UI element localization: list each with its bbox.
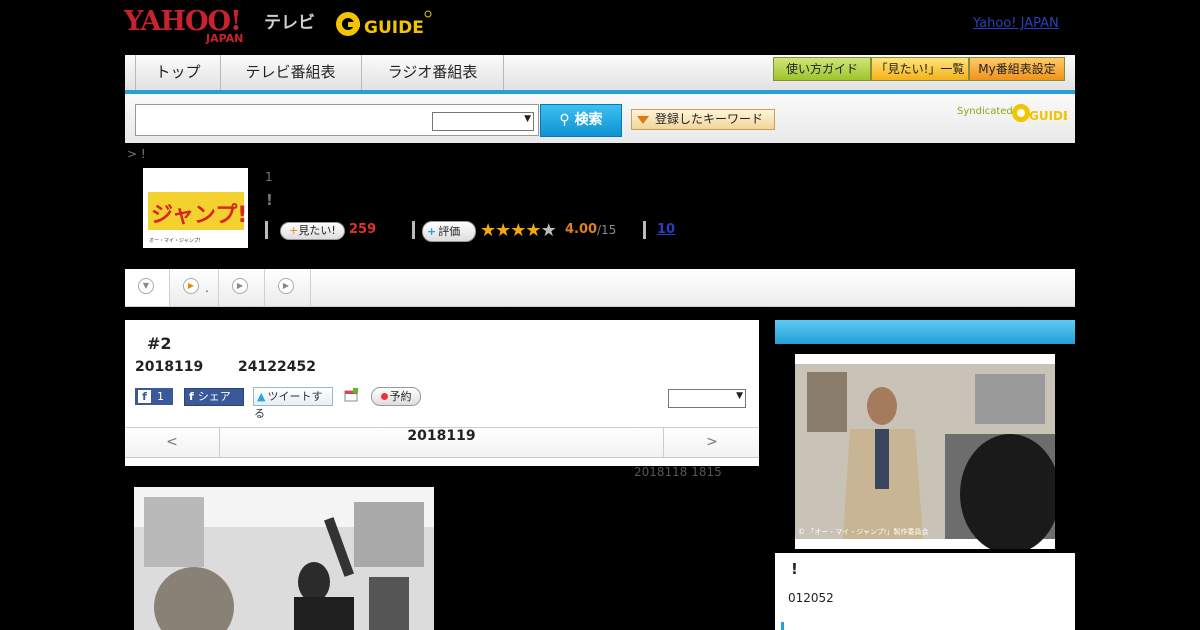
search-icon: ⚲ <box>559 112 570 128</box>
rating-count: /15 <box>597 223 617 237</box>
episode-panel: #2 2018119 24122452 f1 f シェア ▲ ツイートする 予約 ▼… <box>125 320 759 466</box>
star-filled-icon: ★ <box>510 220 526 241</box>
subnav-item-staff[interactable]: ▶ <box>265 269 311 306</box>
episode-count: 1 <box>265 170 273 184</box>
episode-title: #2 <box>147 334 172 353</box>
pager-prev-button[interactable]: < <box>125 428 220 457</box>
play-icon: ▶ <box>278 278 294 294</box>
rating-value: 4.00 <box>565 222 598 237</box>
search-category-select[interactable]: ▼ <box>432 112 534 131</box>
triangle-down-icon <box>637 115 649 124</box>
side-title: ! <box>791 560 798 578</box>
rating-stars: ★★★★★ <box>480 220 557 241</box>
side-photo-caption: © 「オー・マイ・ジャンプ!」製作委員会 <box>798 527 928 536</box>
chevron-down-icon: ▼ <box>736 391 743 401</box>
subnav-item-episodes[interactable]: ▶ . <box>170 269 219 306</box>
saved-keyword-button[interactable]: 登録したキーワード <box>631 109 775 130</box>
side-date: 012052 <box>788 591 834 605</box>
guide-button[interactable]: 使い方ガイド <box>773 57 871 81</box>
tab-tv-schedule[interactable]: テレビ番組表 <box>220 55 362 90</box>
subnav-item-overview[interactable]: ▼ <box>125 269 170 306</box>
mitai-button-label: 見たい! <box>298 224 336 237</box>
separator <box>412 221 415 239</box>
facebook-share-button[interactable]: f シェア <box>184 388 244 406</box>
reserve-button[interactable]: 予約 <box>371 387 421 406</box>
svg-text:ジャンプ!: ジャンプ! <box>151 203 247 228</box>
facebook-icon: f <box>189 390 194 403</box>
breadcrumb: > ! <box>127 147 146 161</box>
plus-icon: + <box>427 225 437 238</box>
syndicated-gguide-logo: GUIDE <box>1012 104 1067 123</box>
yahoo-japan-link[interactable]: Yahoo! JAPAN <box>973 16 1059 31</box>
side-panel-header <box>775 320 1075 344</box>
side-accent-bar <box>781 622 784 630</box>
svg-text:GUIDE: GUIDE <box>364 18 424 38</box>
record-dot-icon <box>380 393 388 400</box>
svg-text:GUIDE: GUIDE <box>1029 109 1067 123</box>
program-title: ! <box>266 191 273 209</box>
saved-keyword-label: 登録したキーワード <box>655 112 764 126</box>
star-empty-icon: ★ <box>540 220 557 241</box>
tv-label: テレビ <box>264 13 315 33</box>
my-schedule-button[interactable]: My番組表設定 <box>969 57 1065 81</box>
search-bar: ▼ ⚲ 検索 登録したキーワード Syndicated GUIDE <box>125 94 1075 143</box>
yahoo-logo[interactable]: YAHOO! JAPAN <box>124 6 264 45</box>
separator <box>265 221 268 239</box>
subnav-item-cast[interactable]: ▶ <box>219 269 265 306</box>
program-thumbnail[interactable]: ジャンプ! オー・マイ・ジャンプ! <box>143 168 248 248</box>
calendar-add-icon[interactable] <box>344 388 358 402</box>
like-count: 1 <box>157 390 164 403</box>
play-icon: ▶ <box>183 278 199 294</box>
review-link[interactable]: 10 <box>657 222 675 237</box>
episode-select[interactable]: ▼ <box>668 389 746 408</box>
plus-icon: + <box>289 224 299 237</box>
program-subnav: ▼ ▶ . ▶ ▶ <box>125 269 1075 307</box>
tab-radio-schedule[interactable]: ラジオ番組表 <box>362 55 504 90</box>
rate-button-label: 評価 <box>438 225 461 238</box>
mitai-button[interactable]: +見たい! <box>280 222 345 240</box>
reserve-label: 予約 <box>389 390 412 403</box>
tab-top[interactable]: トップ <box>135 55 221 90</box>
gguide-logo[interactable]: GUIDE <box>334 8 434 40</box>
play-icon: ▶ <box>232 278 248 294</box>
syndicated-label: Syndicated <box>957 106 1013 117</box>
star-filled-icon: ★ <box>495 220 511 241</box>
episode-date: 2018119 <box>135 359 204 375</box>
facebook-icon: f <box>138 390 151 403</box>
mitai-count: 259 <box>349 222 377 237</box>
pager-next-button[interactable]: > <box>663 428 760 457</box>
chevron-down-icon: ▼ <box>138 278 154 294</box>
side-panel: © 「オー・マイ・ジャンプ!」製作委員会 ! 012052 <box>775 320 1075 630</box>
facebook-like-button[interactable]: f1 <box>135 388 173 405</box>
side-photo[interactable]: © 「オー・マイ・ジャンプ!」製作委員会 <box>795 354 1055 549</box>
pager-current-date: 2018119 <box>407 428 476 444</box>
thumbnail-caption: オー・マイ・ジャンプ! <box>149 238 201 244</box>
global-nav: トップ テレビ番組表 ラジオ番組表 使い方ガイド 「見たい!」一覧 My番組表設… <box>125 55 1075 94</box>
episode-time: 24122452 <box>238 359 316 375</box>
separator <box>643 221 646 239</box>
tweet-button[interactable]: ▲ ツイートする <box>253 387 333 420</box>
mitai-list-button[interactable]: 「見たい!」一覧 <box>871 57 969 81</box>
star-filled-icon: ★ <box>480 220 496 241</box>
rate-button[interactable]: + 評価 <box>422 221 476 242</box>
star-filled-icon: ★ <box>525 220 541 241</box>
episode-pager: < 2018119 > <box>125 427 759 458</box>
episode-photo <box>134 487 434 630</box>
yahoo-logo-sub: JAPAN <box>206 32 244 45</box>
chevron-down-icon: ▼ <box>524 114 531 124</box>
twitter-bird-icon: ▲ <box>257 390 266 403</box>
updated-timestamp: 2018118 1815 <box>634 465 722 479</box>
search-button-label: 検索 <box>574 112 603 128</box>
search-button[interactable]: ⚲ 検索 <box>540 104 622 137</box>
share-label: シェア <box>197 390 231 403</box>
